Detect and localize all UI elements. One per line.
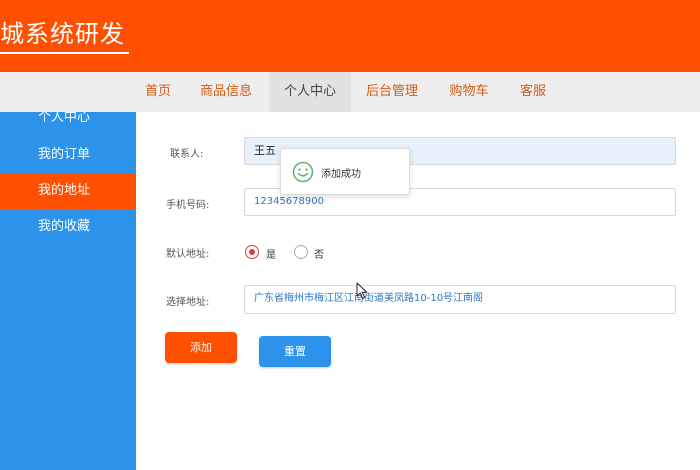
add-button[interactable]: 添加 xyxy=(165,332,237,363)
reset-button[interactable]: 重置 xyxy=(259,336,331,367)
default-no-radio[interactable] xyxy=(294,245,308,259)
nav-item-cart[interactable]: 购物车 xyxy=(440,72,498,112)
default-address-label: 默认地址: xyxy=(166,249,210,260)
phone-label: 手机号码: xyxy=(166,200,210,211)
default-yes-label: 是 xyxy=(266,250,276,261)
nav-item-admin[interactable]: 后台管理 xyxy=(356,72,428,112)
smile-icon xyxy=(292,161,314,183)
success-toast: 添加成功 xyxy=(280,148,410,195)
contact-label: 联系人: xyxy=(170,149,204,160)
address-label: 选择地址: xyxy=(166,297,210,308)
sidebar-item-orders[interactable]: 我的订单 xyxy=(0,137,136,173)
site-header: 城系统研发 xyxy=(0,0,700,72)
nav-item-service[interactable]: 客服 xyxy=(511,72,555,112)
brand-title[interactable]: 城系统研发 xyxy=(0,18,129,54)
sidebar: 个人中心 我的订单 我的地址 我的收藏 xyxy=(0,112,136,470)
sidebar-item-address[interactable]: 我的地址 xyxy=(0,173,136,209)
default-no-label: 否 xyxy=(314,250,324,261)
mouse-cursor-icon xyxy=(356,282,370,300)
top-nav: 首页 商品信息 个人中心 后台管理 购物车 客服 xyxy=(0,72,700,112)
default-yes-radio[interactable] xyxy=(245,245,259,259)
sidebar-item-favorites[interactable]: 我的收藏 xyxy=(0,209,136,245)
nav-item-personal-center[interactable]: 个人中心 xyxy=(269,72,351,112)
address-select[interactable]: 广东省梅州市梅江区江南街道美凤路10-10号江南阁 xyxy=(244,285,676,314)
sidebar-item-personal-center[interactable]: 个人中心 xyxy=(0,112,136,136)
nav-item-home[interactable]: 首页 xyxy=(138,72,178,112)
toast-message: 添加成功 xyxy=(321,169,361,180)
nav-item-products[interactable]: 商品信息 xyxy=(190,72,262,112)
